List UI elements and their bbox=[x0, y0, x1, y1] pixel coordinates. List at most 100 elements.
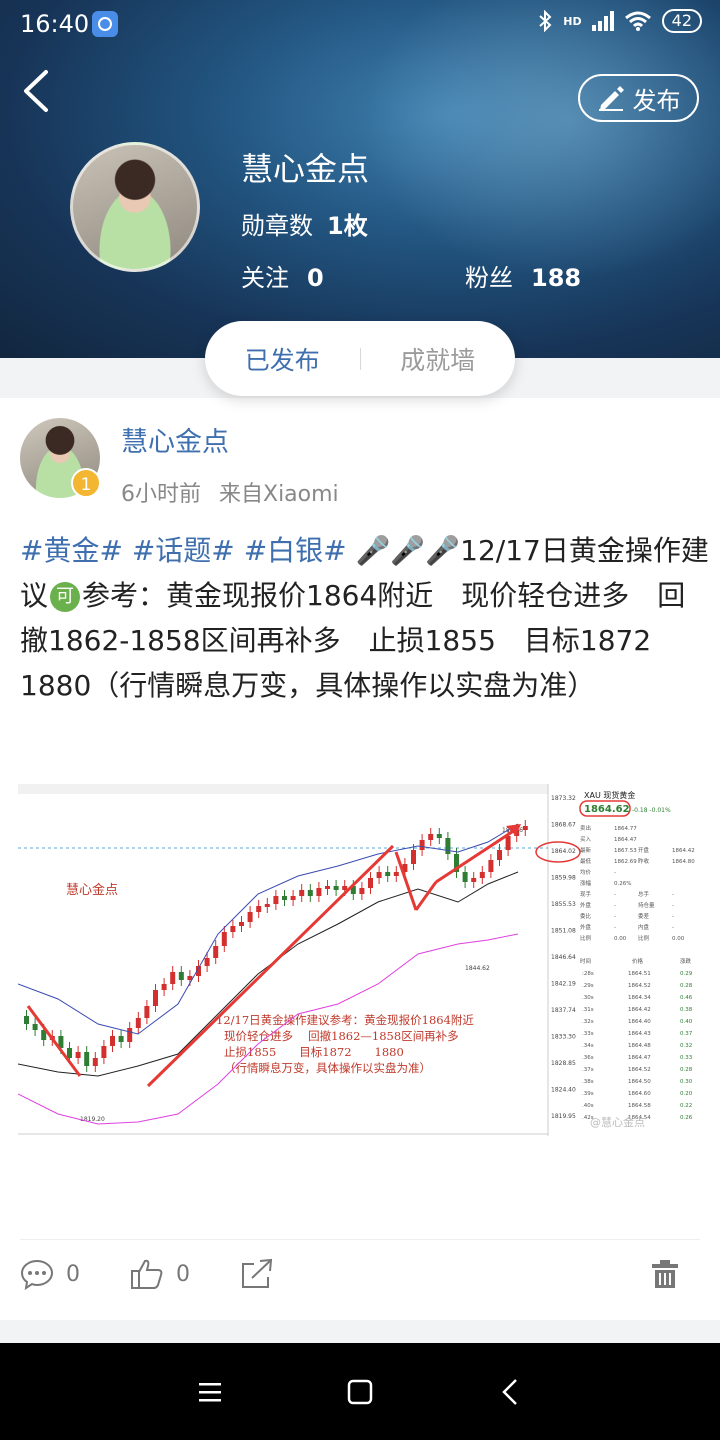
candle-body bbox=[24, 1016, 29, 1024]
quote-cell: - bbox=[672, 925, 674, 931]
post-chart-image[interactable]: 慧心金点 1819.20 1844.62 1864.6 12/17日黄金操作建议… bbox=[18, 784, 700, 1146]
candle-body bbox=[522, 826, 528, 830]
candle-body bbox=[221, 932, 227, 946]
hashtag-gold[interactable]: #黄金# bbox=[20, 534, 123, 567]
quote-cell: 委比 bbox=[580, 912, 592, 920]
y-tick-label: 1851.08 bbox=[551, 928, 576, 935]
chart-annotation-line-3: 止损1855 目标1872 1880 bbox=[224, 1045, 404, 1059]
tick-cell: 0.28 bbox=[680, 983, 693, 989]
tick-header-cell: 涨跌 bbox=[680, 957, 692, 965]
tick-cell: 1864.47 bbox=[628, 1055, 651, 1061]
tab-achievements[interactable]: 成就墙 bbox=[361, 341, 516, 377]
tick-cell: 0.28 bbox=[680, 1067, 693, 1073]
candle-body bbox=[273, 896, 279, 904]
quote-cell: 持仓量 bbox=[638, 901, 655, 909]
quote-title: XAU 现货黄金 bbox=[584, 790, 635, 800]
tick-cell: .37s bbox=[582, 1067, 594, 1073]
delete-button[interactable] bbox=[650, 1258, 680, 1290]
tick-cell: 1864.60 bbox=[628, 1091, 651, 1097]
hashtag-topic[interactable]: #话题# bbox=[132, 534, 235, 567]
chart-annotation-line-2: 现价轻仓进多 回撤1862—1858区间再补多 bbox=[224, 1029, 459, 1043]
share-button[interactable] bbox=[240, 1258, 274, 1290]
tick-cell: 0.37 bbox=[680, 1031, 693, 1037]
hashtag-silver[interactable]: #白银# bbox=[244, 534, 347, 567]
candle-body bbox=[419, 840, 425, 850]
tick-cell: .38s bbox=[582, 1079, 594, 1085]
candle-body bbox=[247, 912, 253, 922]
quote-cell: 总手 bbox=[638, 890, 650, 898]
following-label: 关注 bbox=[241, 264, 289, 292]
comment-button[interactable]: 0 bbox=[20, 1258, 80, 1290]
candle-body bbox=[92, 1058, 98, 1066]
bluetooth-icon bbox=[539, 10, 552, 32]
chart-annotation-line-4: （行情瞬息万变，具体操作以实盘为准） bbox=[224, 1061, 431, 1075]
status-time: 16:40 bbox=[20, 10, 90, 38]
candle-body bbox=[505, 836, 511, 850]
candle-body bbox=[325, 886, 330, 889]
candle-body bbox=[264, 904, 270, 907]
back-nav-icon[interactable] bbox=[494, 1375, 528, 1409]
quote-cell: - bbox=[614, 903, 616, 909]
tick-cell: 0.40 bbox=[680, 1019, 693, 1025]
quote-cell: 1862.69 bbox=[614, 859, 637, 865]
quote-cell: - bbox=[614, 892, 616, 898]
y-tick-label: 1846.64 bbox=[551, 954, 576, 961]
y-tick-label: 1833.30 bbox=[551, 1034, 576, 1041]
status-bar: 16:40 HD 42 bbox=[0, 0, 720, 50]
post-time: 6小时前 bbox=[121, 482, 201, 507]
quote-cell: 1864.42 bbox=[672, 848, 695, 854]
candle-body bbox=[316, 888, 322, 896]
candle-body bbox=[393, 872, 399, 876]
publish-button[interactable]: 发布 bbox=[578, 74, 699, 122]
candle-body bbox=[488, 860, 494, 872]
post-card[interactable]: 1 慧心金点 6小时前 来自Xiaomi #黄金# #话题# #白银# 🎤🎤🎤12… bbox=[0, 398, 720, 1320]
chart-low-label: 1819.20 bbox=[80, 1116, 105, 1123]
tick-cell: 0.30 bbox=[680, 1079, 693, 1085]
candle-body bbox=[135, 1018, 141, 1028]
quote-price: 1864.62 bbox=[584, 804, 630, 815]
tick-cell: 1864.40 bbox=[628, 1019, 651, 1025]
y-tick-label: 1859.98 bbox=[551, 875, 576, 882]
quote-cell: 1864.47 bbox=[614, 837, 637, 843]
profile-user-name: 慧心金点 bbox=[241, 150, 370, 188]
medal-count[interactable]: 勋章数 1枚 bbox=[241, 206, 368, 241]
profile-tabs: 已发布 成就墙 bbox=[205, 321, 515, 396]
tick-cell: .29s bbox=[582, 983, 594, 989]
candle-body bbox=[110, 1036, 115, 1046]
candle-body bbox=[428, 834, 434, 840]
like-button[interactable]: 0 bbox=[130, 1258, 190, 1290]
quote-cell: 开盘 bbox=[638, 846, 650, 854]
candle-body bbox=[290, 896, 296, 900]
back-button[interactable] bbox=[18, 66, 58, 116]
home-icon[interactable] bbox=[343, 1375, 377, 1409]
fans-count[interactable]: 粉丝 188 bbox=[465, 258, 581, 293]
status-icons: HD 42 bbox=[537, 9, 702, 33]
tick-cell: .40s bbox=[582, 1103, 594, 1109]
battery-indicator: 42 bbox=[661, 9, 702, 33]
tick-cell: :28s bbox=[582, 971, 594, 977]
profile-avatar[interactable] bbox=[70, 142, 200, 272]
post-author-name[interactable]: 慧心金点 bbox=[121, 420, 229, 459]
tick-cell: 0.22 bbox=[680, 1103, 692, 1109]
ke-emoji-icon: 可 bbox=[50, 582, 81, 612]
candle-body bbox=[170, 972, 176, 984]
candle-body bbox=[213, 946, 219, 958]
candle-body bbox=[144, 1006, 150, 1018]
tab-published[interactable]: 已发布 bbox=[205, 341, 360, 377]
menu-icon[interactable] bbox=[193, 1375, 227, 1409]
quote-cell: 均价 bbox=[580, 868, 592, 876]
quote-cell: 0.26% bbox=[614, 881, 631, 887]
tick-cell: 1864.58 bbox=[628, 1103, 651, 1109]
network-type-label: HD bbox=[563, 14, 582, 28]
fans-value: 188 bbox=[531, 264, 582, 292]
share-icon bbox=[242, 1258, 273, 1288]
signal-icon bbox=[591, 11, 614, 31]
quote-cell: 1864.80 bbox=[672, 859, 695, 865]
like-count: 0 bbox=[176, 1261, 190, 1287]
y-tick-label: 1819.95 bbox=[551, 1113, 576, 1120]
comment-icon bbox=[20, 1259, 54, 1290]
following-count[interactable]: 关注 0 bbox=[241, 258, 324, 293]
chart-mid-label: 1844.62 bbox=[465, 965, 490, 972]
candle-body bbox=[385, 872, 391, 876]
candle-body bbox=[471, 878, 477, 882]
